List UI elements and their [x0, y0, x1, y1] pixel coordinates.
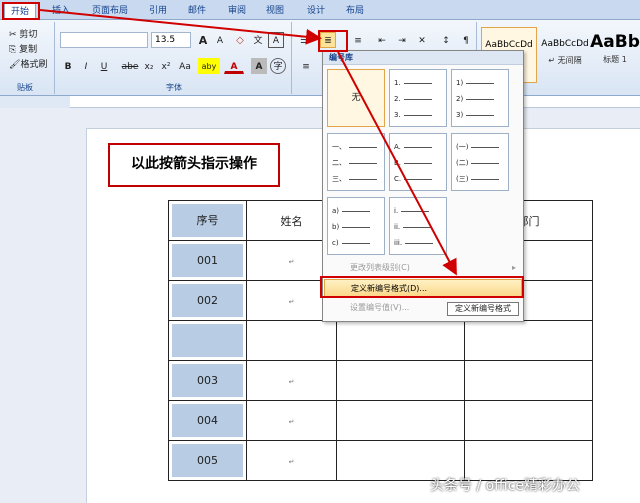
- watermark: 头条号 / office精彩办公: [430, 478, 581, 494]
- annotation-arrows: [39, 9, 457, 276]
- arrow-to-define-new: [337, 51, 457, 276]
- arrow-to-numbering: [39, 9, 322, 45]
